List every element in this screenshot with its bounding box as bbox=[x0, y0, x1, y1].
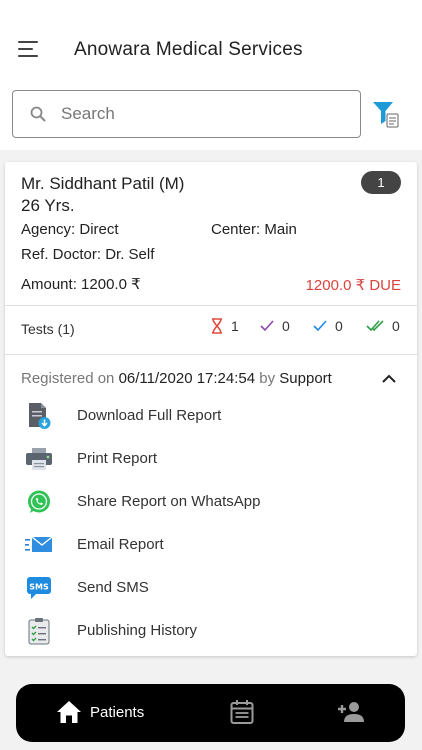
approved-count: 0 bbox=[335, 318, 343, 334]
agency-value: Direct bbox=[79, 221, 119, 238]
print-report-action[interactable]: Print Report bbox=[21, 441, 401, 477]
action-label: Send SMS bbox=[77, 579, 149, 596]
app-header: Anowara Medical Services bbox=[0, 0, 422, 78]
download-report-icon bbox=[21, 398, 57, 434]
registration-user: Support bbox=[279, 370, 332, 387]
registration-info: Registered on 06/11/2020 17:24:54 by Sup… bbox=[21, 370, 332, 387]
home-icon bbox=[57, 701, 81, 723]
filter-icon[interactable] bbox=[372, 100, 400, 128]
pending-count: 1 bbox=[231, 318, 239, 334]
add-user-icon[interactable] bbox=[334, 701, 366, 723]
tests-count: Tests (1) bbox=[21, 321, 75, 337]
patient-name: Mr. Siddhant Patil (M) bbox=[21, 174, 185, 193]
registration-by: by bbox=[259, 370, 276, 387]
check-icon bbox=[313, 320, 327, 332]
verified-stat: 0 bbox=[260, 318, 290, 334]
action-label: Print Report bbox=[77, 450, 158, 467]
patient-age: 26 Yrs. bbox=[21, 196, 75, 215]
printer-icon bbox=[21, 441, 57, 477]
amount-value: 1200.0 ₹ bbox=[81, 276, 141, 293]
action-label: Publishing History bbox=[77, 622, 198, 639]
download-report-action[interactable]: Download Full Report bbox=[21, 398, 401, 434]
patient-card[interactable]: Mr. Siddhant Patil (M) 26 Yrs. 1 Agency:… bbox=[5, 162, 417, 656]
registration-datetime: 06/11/2020 17:24:54 bbox=[118, 370, 256, 387]
search-icon bbox=[30, 106, 46, 122]
calendar-icon[interactable] bbox=[230, 699, 254, 725]
ref-doctor-value: Dr. Self bbox=[105, 246, 155, 263]
verified-count: 0 bbox=[282, 318, 290, 334]
app-title: Anowara Medical Services bbox=[74, 39, 303, 60]
agency-label: Agency: bbox=[21, 221, 76, 238]
ref-doctor-field: Ref. Doctor: Dr. Self bbox=[21, 246, 154, 263]
search-input[interactable] bbox=[61, 101, 341, 127]
whatsapp-icon bbox=[21, 484, 57, 520]
share-whatsapp-action[interactable]: Share Report on WhatsApp bbox=[21, 484, 401, 520]
divider bbox=[5, 354, 417, 355]
check-icon bbox=[260, 320, 274, 332]
send-sms-action[interactable]: SMS Send SMS bbox=[21, 570, 401, 606]
sms-icon: SMS bbox=[21, 570, 57, 606]
search-box[interactable] bbox=[12, 90, 361, 138]
agency-field: Agency: Direct bbox=[21, 221, 119, 238]
delivered-count: 0 bbox=[392, 318, 400, 334]
publishing-history-action[interactable]: Publishing History bbox=[21, 613, 401, 649]
hamburger-menu-icon[interactable] bbox=[18, 41, 40, 57]
search-bar bbox=[0, 78, 422, 150]
nav-patients[interactable]: Patients bbox=[56, 700, 144, 724]
center-value: Main bbox=[264, 221, 297, 238]
delivered-stat: 0 bbox=[366, 318, 400, 334]
email-icon bbox=[21, 527, 57, 563]
amount-field: Amount: 1200.0 ₹ bbox=[21, 275, 141, 293]
ref-doctor-label: Ref. Doctor: bbox=[21, 246, 102, 263]
bottom-navigation: Patients bbox=[16, 684, 405, 742]
clipboard-checklist-icon bbox=[21, 613, 57, 649]
center-label: Center: bbox=[211, 221, 261, 238]
amount-label: Amount: bbox=[21, 276, 77, 293]
divider bbox=[5, 305, 417, 306]
action-label: Share Report on WhatsApp bbox=[77, 493, 261, 510]
nav-patients-label: Patients bbox=[90, 703, 145, 721]
registration-prefix: Registered on bbox=[21, 370, 115, 387]
action-label: Download Full Report bbox=[77, 407, 222, 424]
double-check-icon bbox=[366, 320, 384, 332]
action-label: Email Report bbox=[77, 536, 164, 553]
count-badge: 1 bbox=[361, 171, 401, 194]
svg-text:SMS: SMS bbox=[29, 583, 49, 592]
email-report-action[interactable]: Email Report bbox=[21, 527, 401, 563]
pending-stat: 1 bbox=[211, 318, 239, 334]
chevron-up-icon[interactable] bbox=[382, 374, 396, 383]
approved-stat: 0 bbox=[313, 318, 343, 334]
hourglass-icon bbox=[212, 318, 222, 334]
due-amount: 1200.0 ₹ DUE bbox=[305, 277, 401, 294]
center-field: Center: Main bbox=[211, 221, 297, 238]
